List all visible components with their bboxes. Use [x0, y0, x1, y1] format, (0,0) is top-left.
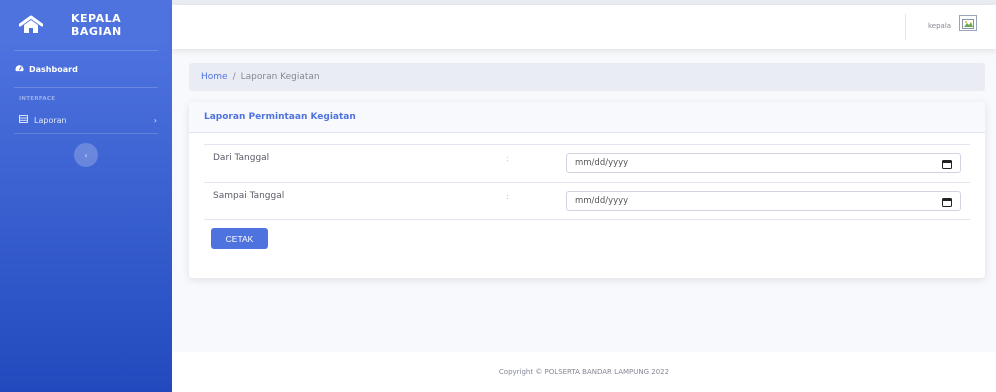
sidebar-toggle-button[interactable]: ‹ [74, 143, 98, 167]
form-row-dari-tanggal: Dari Tanggal : mm/dd/yyyy [204, 144, 970, 182]
field-colon: : [506, 154, 509, 163]
sidebar-brand[interactable]: KEPALA BAGIAN [0, 0, 172, 50]
calendar-icon[interactable] [942, 159, 952, 172]
sidebar: KEPALA BAGIAN Dashboard INTERFACE Lapora… [0, 0, 172, 392]
field-label: Dari Tanggal [213, 153, 270, 163]
field-label: Sampai Tanggal [213, 191, 285, 201]
copyright-text: Copyright © POLSERTA BANDAR LAMPUNG 2022 [498, 368, 670, 376]
date-placeholder: mm/dd/yyyy [575, 196, 629, 206]
user-name[interactable]: kepala [928, 22, 951, 30]
date-placeholder: mm/dd/yyyy [575, 158, 629, 168]
broken-image-icon [962, 14, 974, 33]
sidebar-heading: INTERFACE [19, 96, 56, 102]
sidebar-item-laporan[interactable]: Laporan › [0, 107, 172, 133]
sidebar-item-label: Laporan [34, 115, 67, 125]
field-colon: : [506, 192, 509, 201]
chevron-left-icon: ‹ [84, 150, 88, 160]
brand-title: KEPALA BAGIAN [71, 12, 122, 38]
dari-tanggal-input[interactable]: mm/dd/yyyy [566, 153, 961, 173]
report-card: Laporan Permintaan Kegiatan Dari Tanggal… [189, 102, 985, 278]
form-divider [204, 219, 970, 220]
home-icon [18, 14, 44, 36]
cetak-button[interactable]: CETAK [211, 228, 268, 249]
breadcrumb: Home / Laporan Kegiatan [189, 63, 985, 91]
footer: Copyright © POLSERTA BANDAR LAMPUNG 2022 [172, 352, 996, 392]
breadcrumb-current: Laporan Kegiatan [240, 72, 320, 82]
tachometer-icon [15, 64, 24, 74]
table-icon [19, 115, 28, 125]
calendar-icon[interactable] [942, 197, 952, 210]
sidebar-divider [14, 133, 158, 134]
form-row-sampai-tanggal: Sampai Tanggal : mm/dd/yyyy [204, 182, 970, 220]
sidebar-item-dashboard[interactable]: Dashboard [0, 51, 172, 87]
chevron-right-icon: › [153, 115, 157, 125]
topbar-divider [905, 14, 906, 40]
topbar: kepala [172, 5, 996, 49]
breadcrumb-home-link[interactable]: Home [201, 72, 228, 82]
avatar[interactable] [959, 15, 977, 31]
brand-line-1: KEPALA [71, 12, 122, 25]
brand-line-2: BAGIAN [71, 25, 122, 38]
sidebar-item-label: Dashboard [29, 64, 78, 74]
sampai-tanggal-input[interactable]: mm/dd/yyyy [566, 191, 961, 211]
card-title: Laporan Permintaan Kegiatan [189, 102, 985, 133]
breadcrumb-separator: / [232, 72, 236, 82]
